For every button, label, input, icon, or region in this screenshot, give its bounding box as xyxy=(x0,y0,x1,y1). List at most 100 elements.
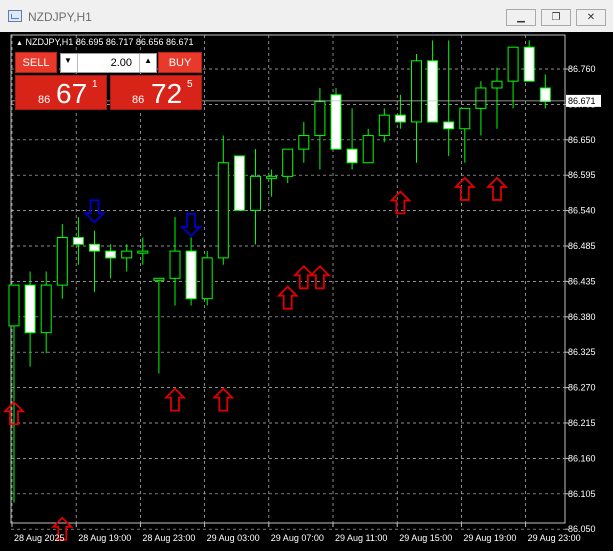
y-tick-label: 86.105 xyxy=(568,489,596,499)
candle xyxy=(233,155,245,211)
x-tick-label: 29 Aug 19:00 xyxy=(463,533,516,543)
candle xyxy=(105,244,117,279)
minimize-icon[interactable]: ▁ xyxy=(506,9,536,26)
chart-window-icon xyxy=(8,10,22,22)
decrease-lot-icon[interactable]: ▼ xyxy=(64,56,72,65)
candle xyxy=(507,46,519,109)
candle-body xyxy=(362,135,374,164)
candle-body xyxy=(298,135,310,150)
candle-body xyxy=(185,250,197,300)
up-arrow-icon xyxy=(163,387,187,412)
candle xyxy=(169,217,181,306)
candle xyxy=(491,67,503,129)
candle xyxy=(266,169,278,197)
candle xyxy=(56,223,68,299)
y-tick-label: 86.595 xyxy=(568,170,596,180)
candle xyxy=(24,271,36,367)
candle xyxy=(298,121,310,163)
down-arrow-icon xyxy=(83,199,106,224)
buy-price-prefix: 86 xyxy=(132,94,145,106)
candle-body xyxy=(89,243,100,252)
candle-body xyxy=(378,114,390,137)
close-icon[interactable]: ✕ xyxy=(576,9,606,26)
candle-body xyxy=(394,114,406,123)
y-tick-label: 86.325 xyxy=(568,347,596,357)
ohlc-open: 86.695 xyxy=(75,37,104,47)
candle xyxy=(330,87,342,150)
candle xyxy=(282,148,294,184)
increase-lot-icon[interactable]: ▲ xyxy=(144,56,152,65)
buy-price-pips: 72 xyxy=(151,78,183,109)
ohlc-low: 86.656 xyxy=(135,37,164,47)
current-price-label: 86.671 xyxy=(568,96,596,106)
x-tick-label: 29 Aug 03:00 xyxy=(207,533,260,543)
candle xyxy=(72,217,84,265)
candle xyxy=(378,108,390,143)
candle-body xyxy=(121,250,133,259)
candle-body xyxy=(346,148,358,164)
buy-button[interactable]: BUY xyxy=(158,52,202,73)
candle-body xyxy=(282,148,294,177)
candle-body xyxy=(72,237,84,245)
candle-body xyxy=(475,87,487,109)
candle-body xyxy=(427,60,439,123)
collapse-triangle-icon[interactable]: ▲ xyxy=(16,40,23,47)
candle-body xyxy=(411,60,422,123)
y-tick-label: 86.435 xyxy=(568,276,596,286)
y-tick-label: 86.160 xyxy=(568,453,596,463)
candle xyxy=(411,53,422,163)
up-arrow-icon xyxy=(212,387,235,412)
x-tick-label: 29 Aug 07:00 xyxy=(271,533,324,543)
candle xyxy=(459,107,471,163)
buy-price[interactable]: 86 72 5 xyxy=(110,75,202,110)
up-arrow-icon xyxy=(276,285,299,310)
candle-body xyxy=(330,94,342,150)
candle xyxy=(346,108,358,170)
candle xyxy=(40,271,52,354)
lot-size-input[interactable]: 2.00 xyxy=(111,57,132,69)
candle-body xyxy=(40,284,52,334)
candle xyxy=(217,135,229,265)
restore-icon[interactable]: ❐ xyxy=(541,9,571,26)
y-tick-label: 86.270 xyxy=(568,383,596,393)
down-arrow-icon xyxy=(179,213,203,238)
symbol-label: NZDJPY,H1 xyxy=(25,37,74,47)
up-arrow-icon xyxy=(485,176,509,201)
window-title: NZDJPY,H1 xyxy=(28,10,92,24)
chart-area[interactable]: 86.76086.70586.65086.59586.54086.48586.4… xyxy=(0,32,613,551)
sell-button[interactable]: SELL xyxy=(15,52,57,73)
candle-body xyxy=(233,155,245,211)
candle xyxy=(314,87,326,170)
candle-body xyxy=(56,237,68,286)
candle-body xyxy=(217,162,229,259)
candle xyxy=(153,277,165,374)
candle xyxy=(427,40,439,123)
up-arrow-icon xyxy=(453,176,476,201)
up-arrow-icon xyxy=(292,265,315,290)
sell-price-pips: 67 xyxy=(56,78,88,109)
lot-size-stepper[interactable]: ▼ 2.00 ▲ xyxy=(60,53,157,73)
sell-price-prefix: 86 xyxy=(38,94,51,106)
x-tick-label: 29 Aug 11:00 xyxy=(335,533,387,543)
candle-body xyxy=(266,175,278,179)
candle-body xyxy=(443,121,455,130)
y-tick-label: 86.485 xyxy=(568,241,596,251)
candle-body xyxy=(507,46,519,82)
ohlc-high: 86.717 xyxy=(105,37,134,47)
candle xyxy=(137,237,149,265)
candle-body xyxy=(491,80,503,89)
candle-body xyxy=(24,284,36,334)
buy-price-fraction: 5 xyxy=(187,79,193,90)
candle-body xyxy=(459,107,471,130)
candle-body xyxy=(169,250,181,279)
sell-price[interactable]: 86 67 1 xyxy=(15,75,107,110)
up-arrow-icon xyxy=(308,265,332,290)
up-arrow-icon xyxy=(389,190,412,215)
candle-body xyxy=(250,175,261,211)
symbol-ohlc-header: ▲ NZDJPY,H1 86.695 86.717 86.656 86.671 xyxy=(16,37,194,47)
candle-body xyxy=(314,101,326,137)
candle xyxy=(362,128,374,164)
ohlc-close: 86.671 xyxy=(165,37,194,47)
sell-price-fraction: 1 xyxy=(92,79,98,90)
x-tick-label: 28 Aug 19:00 xyxy=(78,533,131,543)
